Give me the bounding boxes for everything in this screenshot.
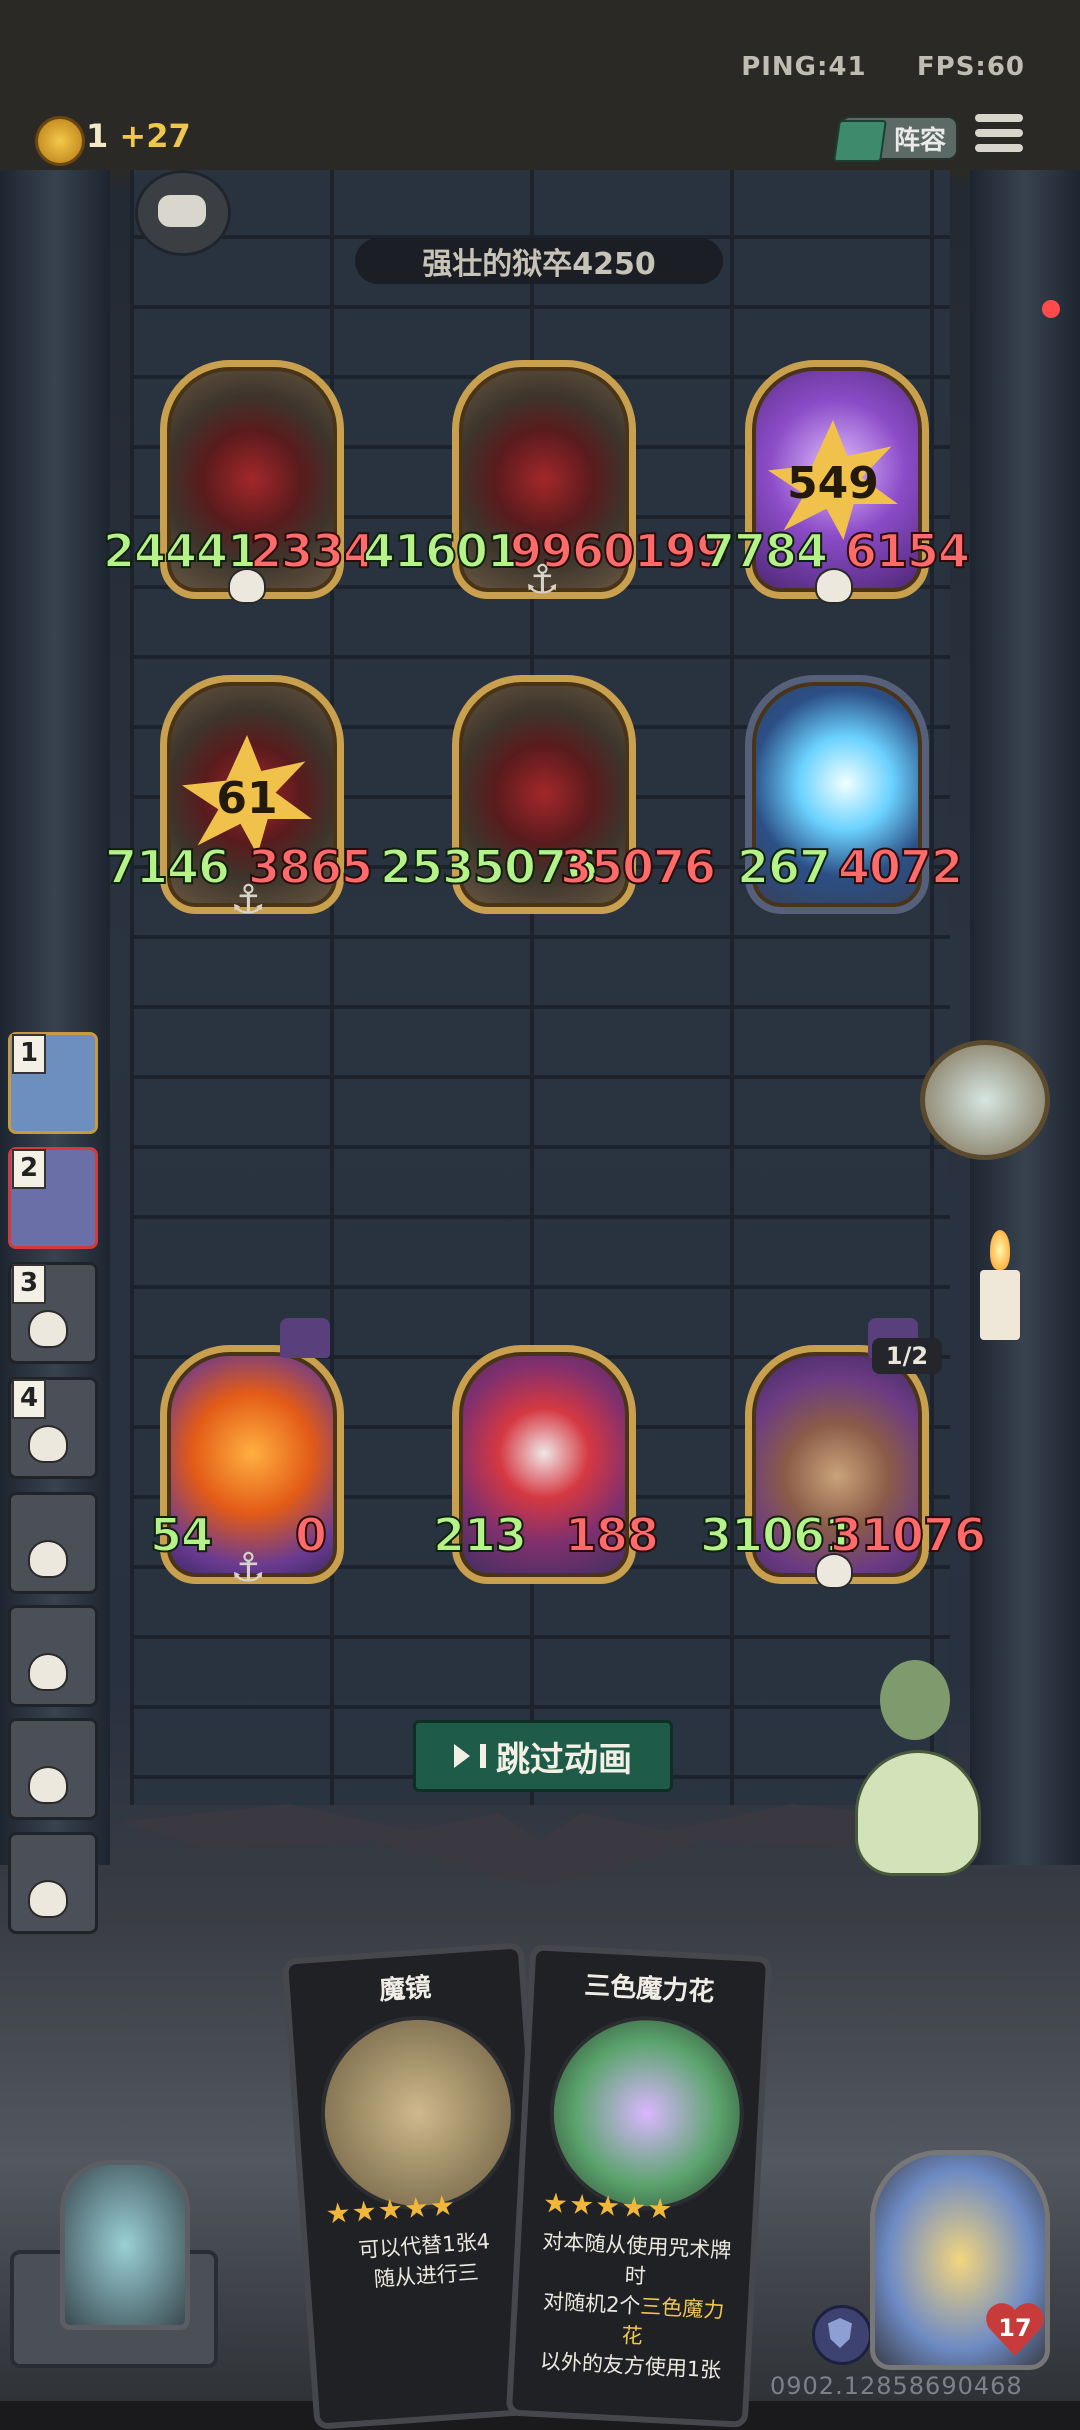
gold-amount: 1 (86, 117, 109, 155)
card-description: 可以代替1张4 随从进行三 (325, 2224, 525, 2298)
skip-animation-label: 跳过动画 (496, 1739, 632, 1780)
hand-card-2[interactable]: 三色魔力花 ★★★★★ 对本随从使用咒术牌时 对随机2个三色魔力花 以外的友方使… (505, 1943, 773, 2429)
player-minion-1-attack: 54 (149, 1507, 214, 1563)
player-minion-2-health: 188 (564, 1507, 660, 1563)
enemy-minion-2-attack: 41601 (362, 523, 520, 579)
card-desc-text: 对随机2个 (542, 2289, 642, 2319)
anchor-icon: ⚓ (230, 1545, 266, 1591)
player-rank: 3 (12, 1264, 46, 1304)
candle-flame-icon (990, 1230, 1010, 1270)
menu-icon (975, 144, 1023, 152)
card-title: 三色魔力花 (583, 1970, 716, 2008)
card-desc-line: 对随机2个三色魔力花 (533, 2286, 732, 2356)
card-art (544, 2011, 749, 2216)
network-status: PING:41 FPS:60 (741, 52, 1025, 82)
skip-animation-button[interactable]: 跳过动画 (413, 1720, 673, 1792)
skull-icon (28, 1540, 68, 1578)
player-rank: 1 (12, 1034, 46, 1074)
coin-icon (35, 116, 85, 166)
fps-text: FPS:60 (916, 52, 1025, 82)
enemy-minion-4-attack: 7146 (104, 839, 231, 895)
skull-icon (28, 1425, 68, 1463)
right-pillar (970, 165, 1080, 1865)
enemy-minion-1-attack: 24441 (102, 523, 260, 579)
book-icon (833, 120, 887, 162)
player-list-item[interactable]: 1 (0, 1030, 98, 1134)
skull-icon (28, 1766, 68, 1804)
minion-counter-badge: 1/2 (872, 1338, 942, 1374)
pocket-watch-icon[interactable] (920, 1040, 1050, 1160)
card-stars: ★★★★★ (324, 2188, 458, 2231)
gold-display: 1 +27 (86, 117, 191, 155)
menu-button[interactable] (975, 114, 1023, 160)
enemy-minion-6-health: 4072 (837, 839, 964, 895)
skull-icon (228, 568, 266, 604)
anchor-icon: ⚓ (524, 557, 560, 603)
hero-dress (855, 1750, 981, 1876)
skull-icon (28, 1880, 68, 1918)
card-title: 魔镜 (378, 1972, 433, 2007)
top-bar: PING:41 FPS:60 1 +27 阵容 (0, 0, 1080, 170)
player-list-item[interactable]: 4 (0, 1375, 98, 1479)
player-minion-1-health: 0 (294, 1507, 328, 1563)
enemy-minion-3-star-value: 549 (787, 458, 879, 509)
skull-icon (28, 1310, 68, 1348)
hero-character[interactable] (845, 1650, 985, 1980)
enemy-minion-3-attack: 7784 (702, 523, 829, 579)
card-description: 对本随从使用咒术牌时 对随机2个三色魔力花 以外的友方使用1张 (532, 2226, 736, 2386)
hero-head (880, 1660, 950, 1740)
lineup-label: 阵容 (893, 125, 946, 156)
enemy-minion-6-attack: 267 (736, 839, 832, 895)
skull-icon (815, 568, 853, 604)
player-list-item[interactable] (0, 1490, 98, 1594)
enemy-minion-3-health: 6154 (844, 523, 971, 579)
ping-text: PING:41 (741, 52, 867, 82)
session-id: 0902.12858690468 (770, 2372, 1023, 2400)
anchor-icon: ⚓ (230, 877, 266, 923)
play-icon (454, 1744, 470, 1768)
shield-icon (828, 2318, 852, 2348)
pause-bar-icon (480, 1744, 486, 1768)
player-list-item[interactable] (0, 1830, 98, 1934)
opponent-name: 强壮的狱卒4250 (355, 238, 723, 284)
player-list-item[interactable] (0, 1603, 98, 1707)
player-list-item[interactable]: 2 (0, 1145, 98, 1249)
lineup-button[interactable]: 阵容 (833, 116, 958, 162)
player-rank: 2 (12, 1149, 46, 1189)
skull-icon (28, 1653, 68, 1691)
top-hat-icon (280, 1318, 330, 1358)
skull-icon (815, 1553, 853, 1589)
enemy-minion-5-health: 35076 (559, 839, 717, 895)
player-minion-2-attack: 213 (432, 1507, 528, 1563)
chat-button[interactable] (135, 170, 231, 256)
card-desc-line: 对本随从使用咒术牌时 (541, 2229, 732, 2289)
player-minion-3-health: 31076 (829, 1507, 987, 1563)
menu-icon (975, 129, 1023, 137)
card-stars: ★★★★★ (542, 2186, 675, 2226)
menu-icon (975, 114, 1023, 122)
gold-income: +27 (119, 117, 191, 155)
enemy-minion-1-health: 2334 (249, 523, 376, 579)
card-art (314, 2009, 522, 2217)
player-list-item[interactable] (0, 1716, 98, 1820)
chat-bubble-icon (158, 195, 206, 227)
notification-dot (1042, 300, 1060, 318)
deck-button[interactable] (60, 2160, 190, 2330)
candle-icon (980, 1270, 1020, 1340)
shield-button[interactable] (812, 2305, 872, 2365)
player-rank: 4 (12, 1379, 46, 1419)
enemy-minion-4-star-value: 61 (216, 773, 278, 824)
player-list-item[interactable]: 3 (0, 1260, 98, 1364)
